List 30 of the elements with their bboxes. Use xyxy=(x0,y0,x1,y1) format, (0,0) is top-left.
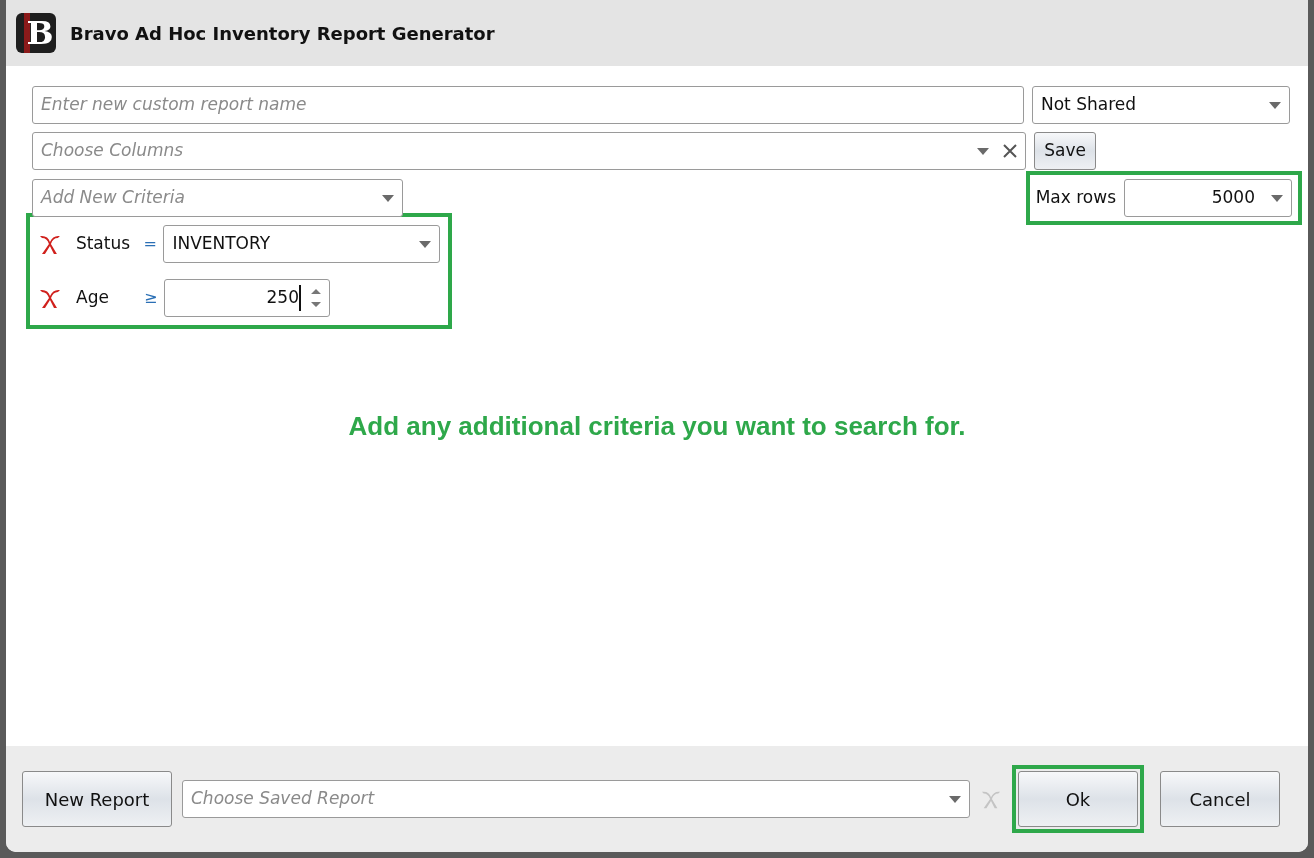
add-criteria-dropdown[interactable]: Add New Criteria xyxy=(32,179,403,217)
criterion-label: Status xyxy=(75,232,132,256)
saved-report-dropdown[interactable]: Choose Saved Report xyxy=(182,780,970,818)
window-title: Bravo Ad Hoc Inventory Report Generator xyxy=(70,21,495,46)
ok-button[interactable]: Ok xyxy=(1018,771,1138,827)
operator-label[interactable]: = xyxy=(143,232,164,256)
caret-icon xyxy=(977,147,990,155)
value-dropdown[interactable]: INVENTORY xyxy=(163,225,440,263)
max-rows-label: Max rows xyxy=(1035,186,1116,210)
caret-icon xyxy=(419,240,431,248)
sharing-dropdown[interactable]: Not Shared xyxy=(1032,86,1290,124)
remove-icon[interactable] xyxy=(38,233,62,255)
spinner-icon[interactable] xyxy=(311,287,321,309)
caret-icon xyxy=(1269,101,1281,109)
instruction-text: Add any additional criteria you want to search for. xyxy=(347,410,967,443)
caret-icon xyxy=(382,194,394,202)
report-name-field[interactable]: Enter new custom report name xyxy=(32,86,1024,124)
operator-label[interactable]: ≥ xyxy=(144,286,164,310)
clear-icon[interactable] xyxy=(1003,144,1018,158)
cancel-button[interactable]: Cancel xyxy=(1160,771,1280,827)
remove-icon[interactable] xyxy=(38,287,62,309)
max-rows-dropdown[interactable]: 5000 xyxy=(1124,179,1292,217)
save-button[interactable]: Save xyxy=(1034,132,1096,170)
caret-icon xyxy=(949,795,961,803)
new-report-button[interactable]: New Report xyxy=(22,771,172,827)
number-field[interactable]: 250 xyxy=(164,279,330,317)
columns-dropdown[interactable]: Choose Columns xyxy=(32,132,1027,170)
criterion-label: Age xyxy=(76,286,110,310)
caret-icon xyxy=(1271,194,1283,202)
app-logo: B xyxy=(16,13,56,53)
